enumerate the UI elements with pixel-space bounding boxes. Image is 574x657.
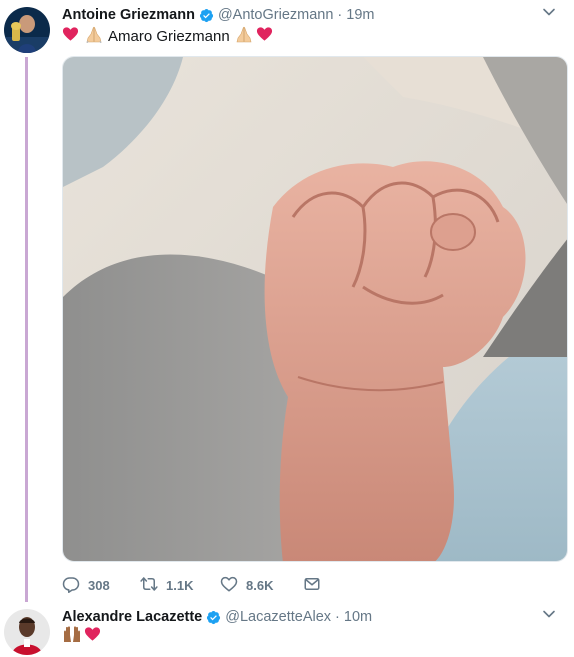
like-button[interactable]: 8.6K <box>220 574 273 596</box>
avatar[interactable] <box>4 7 50 53</box>
user-handle[interactable]: @AntoGriezmann <box>218 7 333 23</box>
raised-hands-icon <box>62 625 82 647</box>
reply-icon <box>62 575 80 596</box>
tweet-text: Amaro Griezmann <box>62 26 273 46</box>
tweet-photo[interactable] <box>62 56 568 562</box>
tweet-actions: 308 1.1K 8.6K <box>62 574 320 596</box>
tweet-header: Antoine Griezmann @AntoGriezmann · 19m <box>62 5 564 25</box>
reply-count: 308 <box>88 577 110 593</box>
timestamp[interactable]: 19m <box>346 7 374 23</box>
direct-message-button[interactable] <box>303 574 321 596</box>
verified-badge-icon <box>206 610 221 625</box>
separator-dot: · <box>335 609 340 625</box>
tweet-body-text: Amaro Griezmann <box>108 27 230 45</box>
timestamp[interactable]: 10m <box>344 609 372 625</box>
like-count: 8.6K <box>246 577 274 593</box>
tweet-text <box>62 625 101 647</box>
red-heart-icon <box>62 26 79 46</box>
praying-hands-icon <box>235 26 253 47</box>
retweet-icon <box>140 575 158 596</box>
retweet-count: 1.1K <box>166 577 194 593</box>
retweet-button[interactable]: 1.1K <box>140 574 193 596</box>
praying-hands-icon <box>85 26 103 47</box>
tweet-antoine-griezmann[interactable]: Antoine Griezmann @AntoGriezmann · 19m A… <box>0 0 574 604</box>
thread-line <box>25 57 28 602</box>
chevron-down-icon[interactable] <box>542 5 556 19</box>
red-heart-icon <box>84 626 101 646</box>
separator-dot: · <box>337 7 343 23</box>
red-heart-icon <box>256 26 273 46</box>
verified-badge-icon <box>199 8 214 23</box>
tweet-header: Alexandre Lacazette @LacazetteAlex · 10m <box>62 607 564 627</box>
tweet-alexandre-lacazette[interactable]: Alexandre Lacazette @LacazetteAlex · 10m <box>0 604 574 657</box>
user-handle[interactable]: @LacazetteAlex <box>225 609 331 625</box>
reply-button[interactable]: 308 <box>62 574 110 596</box>
heart-icon <box>220 575 238 596</box>
display-name[interactable]: Alexandre Lacazette <box>62 609 202 625</box>
envelope-icon <box>303 575 321 596</box>
avatar[interactable] <box>4 609 50 655</box>
display-name[interactable]: Antoine Griezmann <box>62 7 195 23</box>
chevron-down-icon[interactable] <box>542 607 556 621</box>
